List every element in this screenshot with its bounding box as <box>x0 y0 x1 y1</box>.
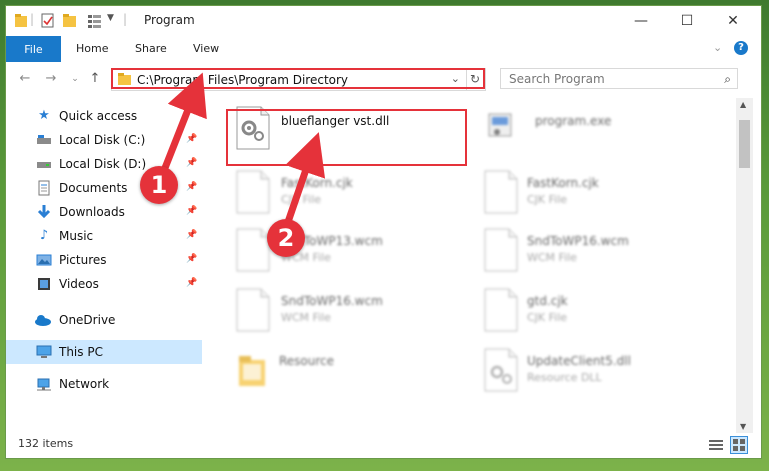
annotation-arrows <box>161 72 326 224</box>
arrow-to-file <box>284 132 326 224</box>
arrow-to-address-bar <box>161 72 207 170</box>
step-1-badge: 1 <box>140 166 178 204</box>
step-2-badge: 2 <box>267 219 305 257</box>
